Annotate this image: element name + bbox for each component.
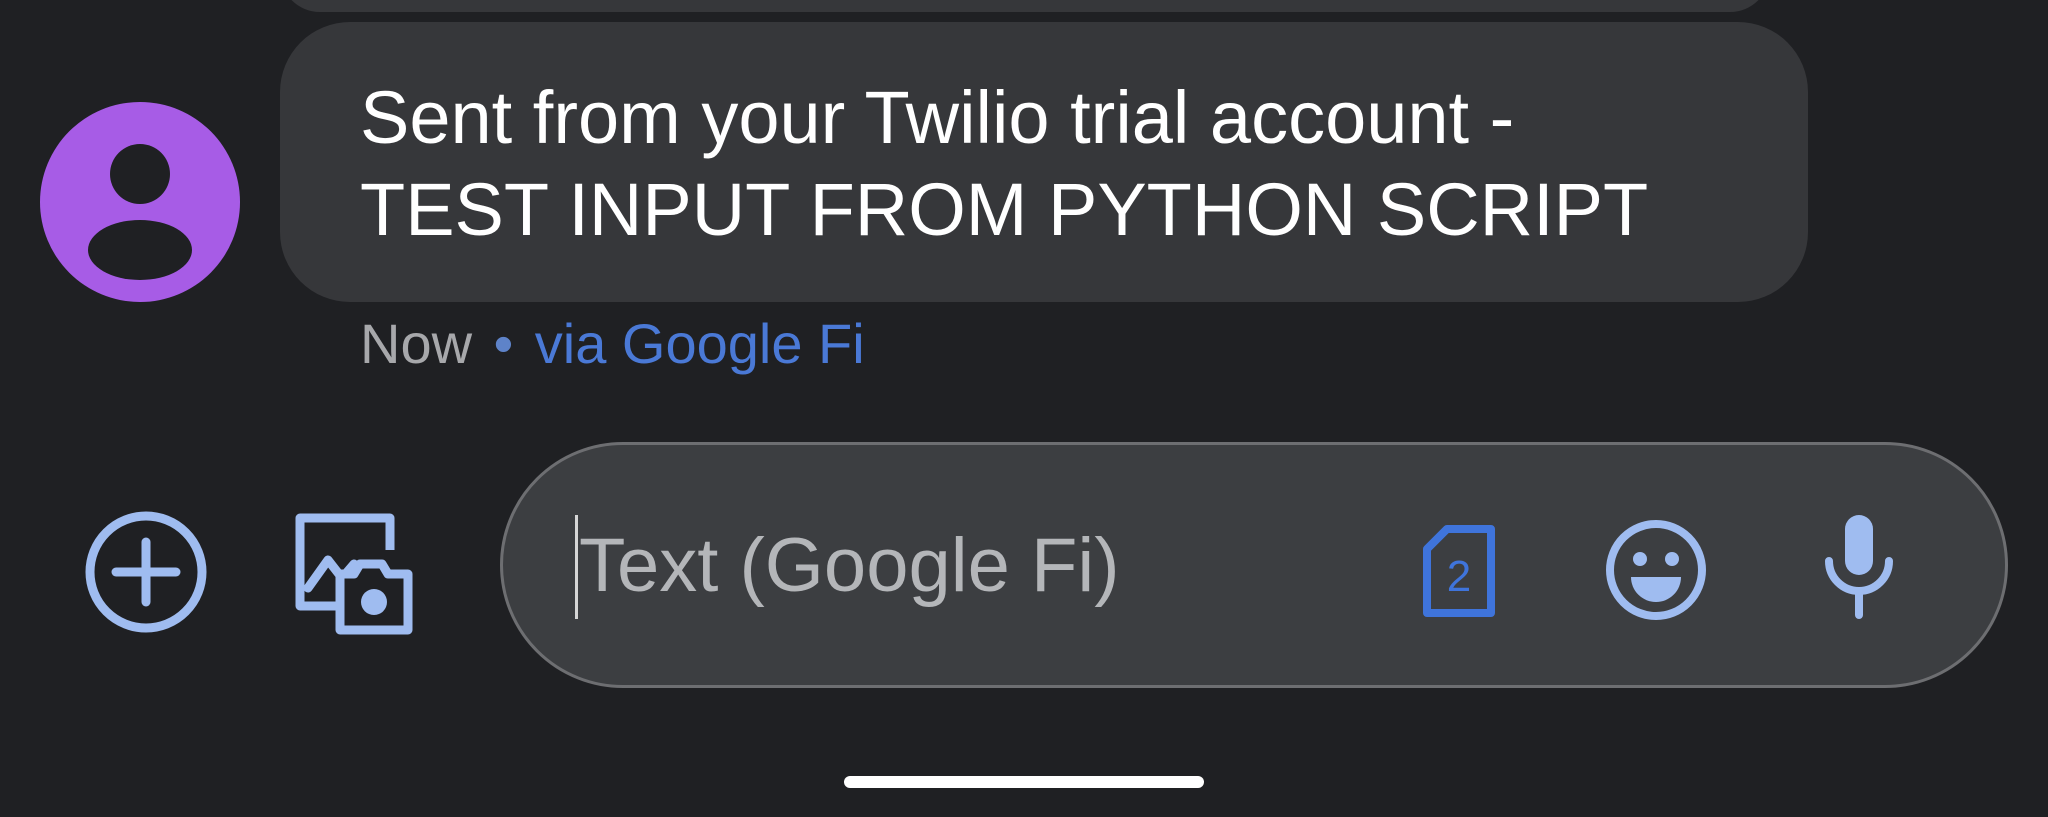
text-caret [575, 515, 578, 619]
add-circle-icon [85, 511, 207, 633]
gallery-button[interactable] [290, 508, 420, 638]
voice-input-button[interactable] [1819, 511, 1899, 623]
message-text: Sent from your Twilio trial account - TE… [360, 76, 1649, 251]
carrier-label: via Google Fi [534, 312, 865, 375]
gallery-camera-icon [295, 513, 413, 635]
message-meta: Now • via Google Fi [360, 308, 865, 380]
message-timestamp: Now [360, 312, 473, 375]
add-attachment-button[interactable] [82, 508, 210, 636]
home-indicator[interactable] [844, 776, 1204, 788]
previous-message-bubble[interactable] [280, 0, 1770, 12]
message-input[interactable] [579, 505, 1299, 625]
conversation-screen: Sent from your Twilio trial account - TE… [0, 0, 2048, 817]
emoji-icon [1606, 520, 1706, 620]
message-bubble[interactable]: Sent from your Twilio trial account - TE… [280, 22, 1808, 302]
sim-selector-button[interactable]: 2 [1411, 517, 1507, 625]
compose-bar[interactable]: 2 [500, 442, 2008, 688]
meta-separator: • [493, 312, 514, 375]
contact-avatar[interactable] [40, 102, 240, 302]
sim-card-icon: 2 [1423, 525, 1495, 617]
person-icon [88, 144, 192, 280]
emoji-button[interactable] [1603, 517, 1709, 623]
microphone-icon [1825, 515, 1893, 619]
sim-number: 2 [1447, 552, 1471, 601]
